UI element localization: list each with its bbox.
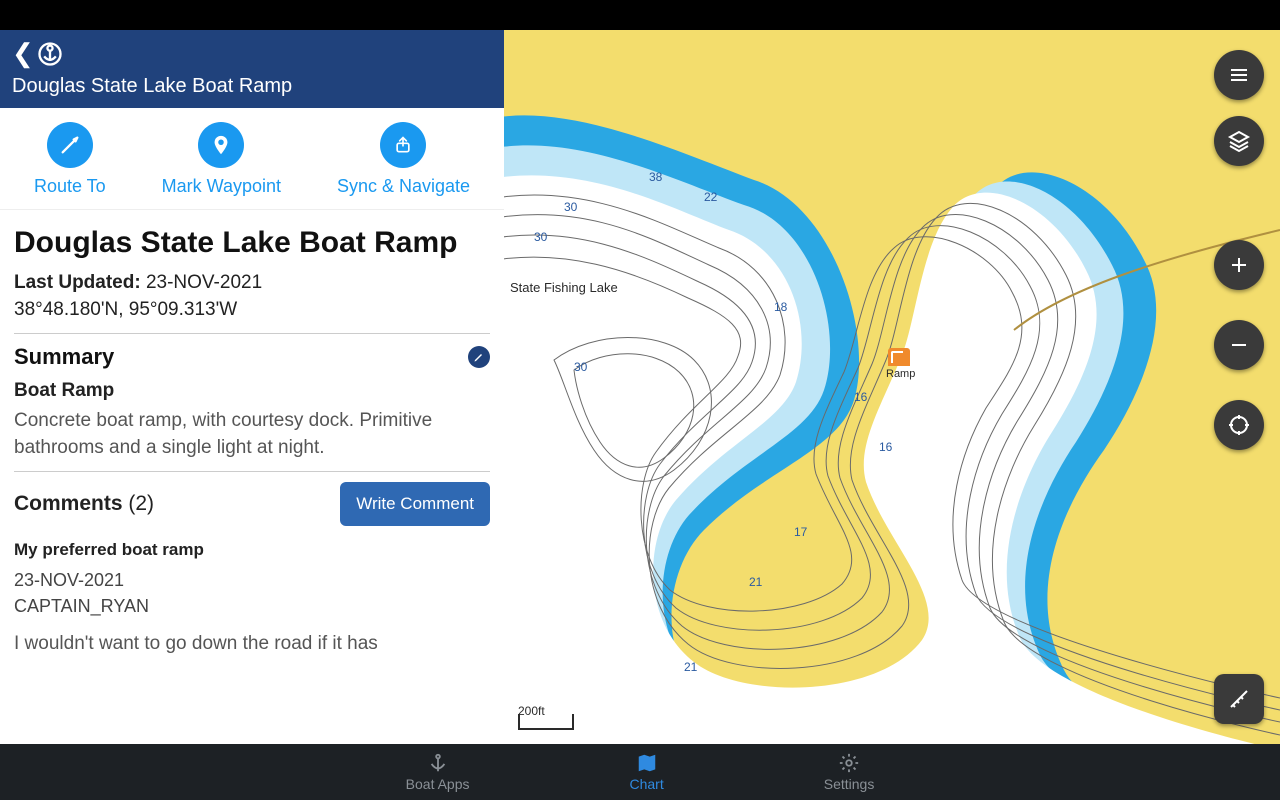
depth-label: 17	[794, 525, 807, 539]
lake-label: State Fishing Lake	[510, 280, 618, 295]
status-bar	[0, 0, 1280, 30]
sync-navigate-button[interactable]: Sync & Navigate	[337, 122, 470, 197]
panel-header: ❮ Douglas State Lake Boat Ramp	[0, 30, 504, 108]
scale-bar: 200ft	[518, 704, 574, 730]
updated-label: Last Updated:	[14, 272, 141, 293]
chart-view[interactable]: State Fishing Lake 30 30 38 22 18 16 16 …	[504, 30, 1280, 744]
scale-label: 200ft	[518, 704, 545, 718]
depth-label: 22	[704, 190, 717, 204]
boat-ramp-marker-label: Ramp	[886, 368, 915, 380]
depth-label: 16	[854, 390, 867, 404]
action-row: Route To Mark Waypoint Sync & Navigate	[0, 108, 504, 210]
ruler-pencil-icon	[1227, 687, 1251, 711]
depth-label: 21	[684, 660, 697, 674]
depth-label: 30	[564, 200, 577, 214]
depth-label: 30	[534, 230, 547, 244]
plus-icon	[1227, 253, 1251, 277]
locate-button[interactable]	[1214, 400, 1264, 450]
menu-button[interactable]	[1214, 50, 1264, 100]
comments-heading: Comments (2)	[14, 492, 154, 516]
poi-meta: Last Updated: 23-NOV-2021 38°48.180'N, 9…	[14, 270, 490, 323]
zoom-in-button[interactable]	[1214, 240, 1264, 290]
poi-type: Boat Ramp	[14, 380, 490, 402]
poi-name: Douglas State Lake Boat Ramp	[14, 226, 490, 260]
depth-label: 30	[574, 360, 587, 374]
poi-coords: 38°48.180'N, 95°09.313'W	[14, 299, 237, 320]
comment-author: CAPTAIN_RYAN	[14, 596, 149, 616]
crosshair-icon	[1227, 413, 1251, 437]
route-to-button[interactable]: Route To	[34, 122, 106, 197]
mark-waypoint-label: Mark Waypoint	[162, 176, 281, 197]
nav-boat-apps[interactable]: Boat Apps	[406, 752, 470, 792]
sync-navigate-label: Sync & Navigate	[337, 176, 470, 197]
anchor-icon	[427, 752, 449, 774]
map-canvas	[504, 30, 1280, 744]
boat-ramp-marker[interactable]	[888, 348, 910, 366]
chevron-left-icon: ❮	[12, 38, 34, 69]
nav-chart[interactable]: Chart	[630, 752, 664, 792]
panel-body: Douglas State Lake Boat Ramp Last Update…	[0, 210, 504, 744]
detail-panel: ❮ Douglas State Lake Boat Ramp Route To …	[0, 30, 504, 744]
tools-button[interactable]	[1214, 674, 1264, 724]
nav-boat-apps-label: Boat Apps	[406, 776, 470, 792]
depth-label: 21	[749, 575, 762, 589]
anchor-icon	[36, 40, 64, 68]
pencil-icon	[473, 351, 485, 363]
pin-icon	[210, 134, 232, 156]
comment-date: 23-NOV-2021	[14, 570, 124, 590]
comment-title: My preferred boat ramp	[14, 540, 490, 560]
comment-body: I wouldn't want to go down the road if i…	[14, 633, 490, 655]
layers-icon	[1227, 129, 1251, 153]
bottom-nav: Boat Apps Chart Settings	[0, 744, 1280, 800]
map-icon	[636, 752, 658, 774]
route-icon	[59, 134, 81, 156]
layers-button[interactable]	[1214, 116, 1264, 166]
edit-summary-button[interactable]	[468, 346, 490, 368]
mark-waypoint-button[interactable]: Mark Waypoint	[162, 122, 281, 197]
depth-label: 38	[649, 170, 662, 184]
share-icon	[393, 135, 413, 155]
nav-chart-label: Chart	[630, 776, 664, 792]
back-button[interactable]: ❮	[12, 38, 492, 69]
nav-settings[interactable]: Settings	[824, 752, 875, 792]
updated-value: 23-NOV-2021	[146, 272, 262, 293]
comment-meta: 23-NOV-2021 CAPTAIN_RYAN	[14, 568, 490, 618]
depth-label: 18	[774, 300, 787, 314]
route-to-label: Route To	[34, 176, 106, 197]
panel-title: Douglas State Lake Boat Ramp	[12, 75, 492, 98]
comments-count: (2)	[128, 492, 154, 515]
nav-settings-label: Settings	[824, 776, 875, 792]
minus-icon	[1227, 333, 1251, 357]
depth-label: 16	[879, 440, 892, 454]
hamburger-icon	[1227, 63, 1251, 87]
summary-text: Concrete boat ramp, with courtesy dock. …	[14, 408, 490, 461]
gear-icon	[838, 752, 860, 774]
divider	[14, 471, 490, 472]
summary-heading: Summary	[14, 344, 114, 370]
write-comment-button[interactable]: Write Comment	[340, 482, 490, 526]
divider	[14, 333, 490, 334]
zoom-out-button[interactable]	[1214, 320, 1264, 370]
